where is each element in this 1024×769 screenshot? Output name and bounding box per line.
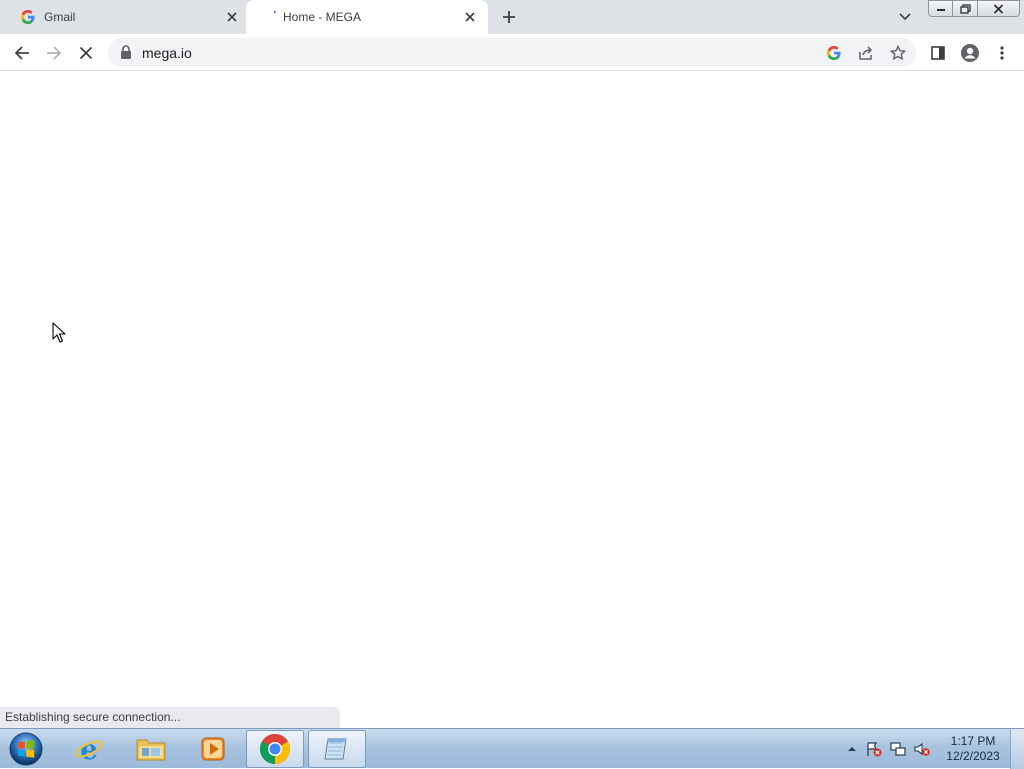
restore-icon bbox=[960, 4, 971, 14]
taskbar-app-internet-explorer[interactable]: e bbox=[60, 730, 118, 768]
browser-toolbar: mega.io bbox=[0, 34, 1024, 71]
restore-button[interactable] bbox=[953, 0, 978, 17]
notepad-icon bbox=[322, 735, 352, 763]
mega-loading-icon bbox=[266, 9, 282, 25]
media-player-icon bbox=[199, 735, 227, 763]
start-button[interactable] bbox=[6, 730, 46, 768]
tab-title: Gmail bbox=[44, 10, 75, 24]
new-tab-button[interactable] bbox=[498, 7, 520, 27]
taskbar-app-notepad[interactable] bbox=[308, 730, 366, 768]
chevron-down-icon bbox=[899, 13, 911, 21]
bookmark-button[interactable] bbox=[888, 43, 908, 63]
page-content bbox=[0, 71, 1024, 728]
network-icon bbox=[890, 741, 906, 757]
volume-muted-icon bbox=[914, 741, 930, 757]
url-text[interactable]: mega.io bbox=[142, 45, 192, 61]
internet-explorer-icon: e bbox=[74, 734, 104, 764]
status-bubble: Establishing secure connection... bbox=[0, 707, 340, 728]
system-tray: 1:17 PM 12/2/2023 bbox=[840, 729, 1024, 769]
close-icon[interactable] bbox=[461, 8, 479, 26]
taskbar-app-explorer[interactable] bbox=[122, 730, 180, 768]
chevron-up-icon bbox=[847, 746, 857, 752]
tab-title: Home - MEGA bbox=[283, 10, 361, 24]
volume-icon[interactable] bbox=[914, 741, 930, 757]
tab-strip: Gmail Home - MEGA bbox=[0, 0, 1024, 34]
google-g-icon bbox=[20, 9, 36, 25]
clock[interactable]: 1:17 PM 12/2/2023 bbox=[940, 734, 1006, 764]
close-icon[interactable] bbox=[223, 8, 241, 26]
back-button[interactable] bbox=[10, 41, 34, 65]
tab-mega[interactable]: Home - MEGA bbox=[246, 0, 488, 34]
folder-icon bbox=[135, 735, 167, 763]
profile-button[interactable] bbox=[958, 41, 982, 65]
taskbar-app-chrome[interactable] bbox=[246, 730, 304, 768]
tab-search-button[interactable] bbox=[895, 8, 915, 26]
lock-icon[interactable] bbox=[120, 45, 132, 59]
arrow-right-icon bbox=[46, 45, 62, 61]
show-hidden-icons-button[interactable] bbox=[844, 741, 860, 757]
menu-button[interactable] bbox=[990, 41, 1014, 65]
clock-time: 1:17 PM bbox=[940, 734, 1006, 749]
svg-text:e: e bbox=[80, 734, 98, 764]
flag-error-icon bbox=[866, 741, 882, 757]
taskbar: e bbox=[0, 728, 1024, 768]
action-center-icon[interactable] bbox=[866, 741, 882, 757]
tab-gmail[interactable]: Gmail bbox=[0, 0, 246, 34]
kebab-menu-icon bbox=[1000, 45, 1004, 61]
avatar-icon bbox=[960, 43, 980, 63]
arrow-left-icon bbox=[14, 45, 30, 61]
side-panel-icon bbox=[931, 46, 945, 60]
mouse-cursor-icon bbox=[52, 322, 66, 344]
chrome-icon bbox=[259, 733, 291, 765]
share-button[interactable] bbox=[856, 43, 876, 63]
close-icon bbox=[993, 4, 1004, 14]
window-controls bbox=[928, 0, 1020, 18]
google-lens-button[interactable] bbox=[824, 43, 844, 63]
show-desktop-button[interactable] bbox=[1010, 729, 1024, 769]
stop-loading-button[interactable] bbox=[74, 41, 98, 65]
windows-orb-icon bbox=[8, 731, 44, 767]
minimize-icon bbox=[936, 6, 946, 12]
side-panel-button[interactable] bbox=[926, 41, 950, 65]
clock-date: 12/2/2023 bbox=[940, 749, 1006, 764]
forward-button[interactable] bbox=[42, 41, 66, 65]
taskbar-app-media-player[interactable] bbox=[184, 730, 242, 768]
star-icon bbox=[890, 45, 906, 61]
address-bar[interactable]: mega.io bbox=[108, 38, 916, 67]
google-g-icon bbox=[827, 46, 841, 60]
stop-icon bbox=[79, 46, 93, 60]
window-close-button[interactable] bbox=[978, 0, 1020, 17]
network-icon[interactable] bbox=[890, 741, 906, 757]
share-icon bbox=[858, 46, 874, 60]
minimize-button[interactable] bbox=[928, 0, 953, 17]
